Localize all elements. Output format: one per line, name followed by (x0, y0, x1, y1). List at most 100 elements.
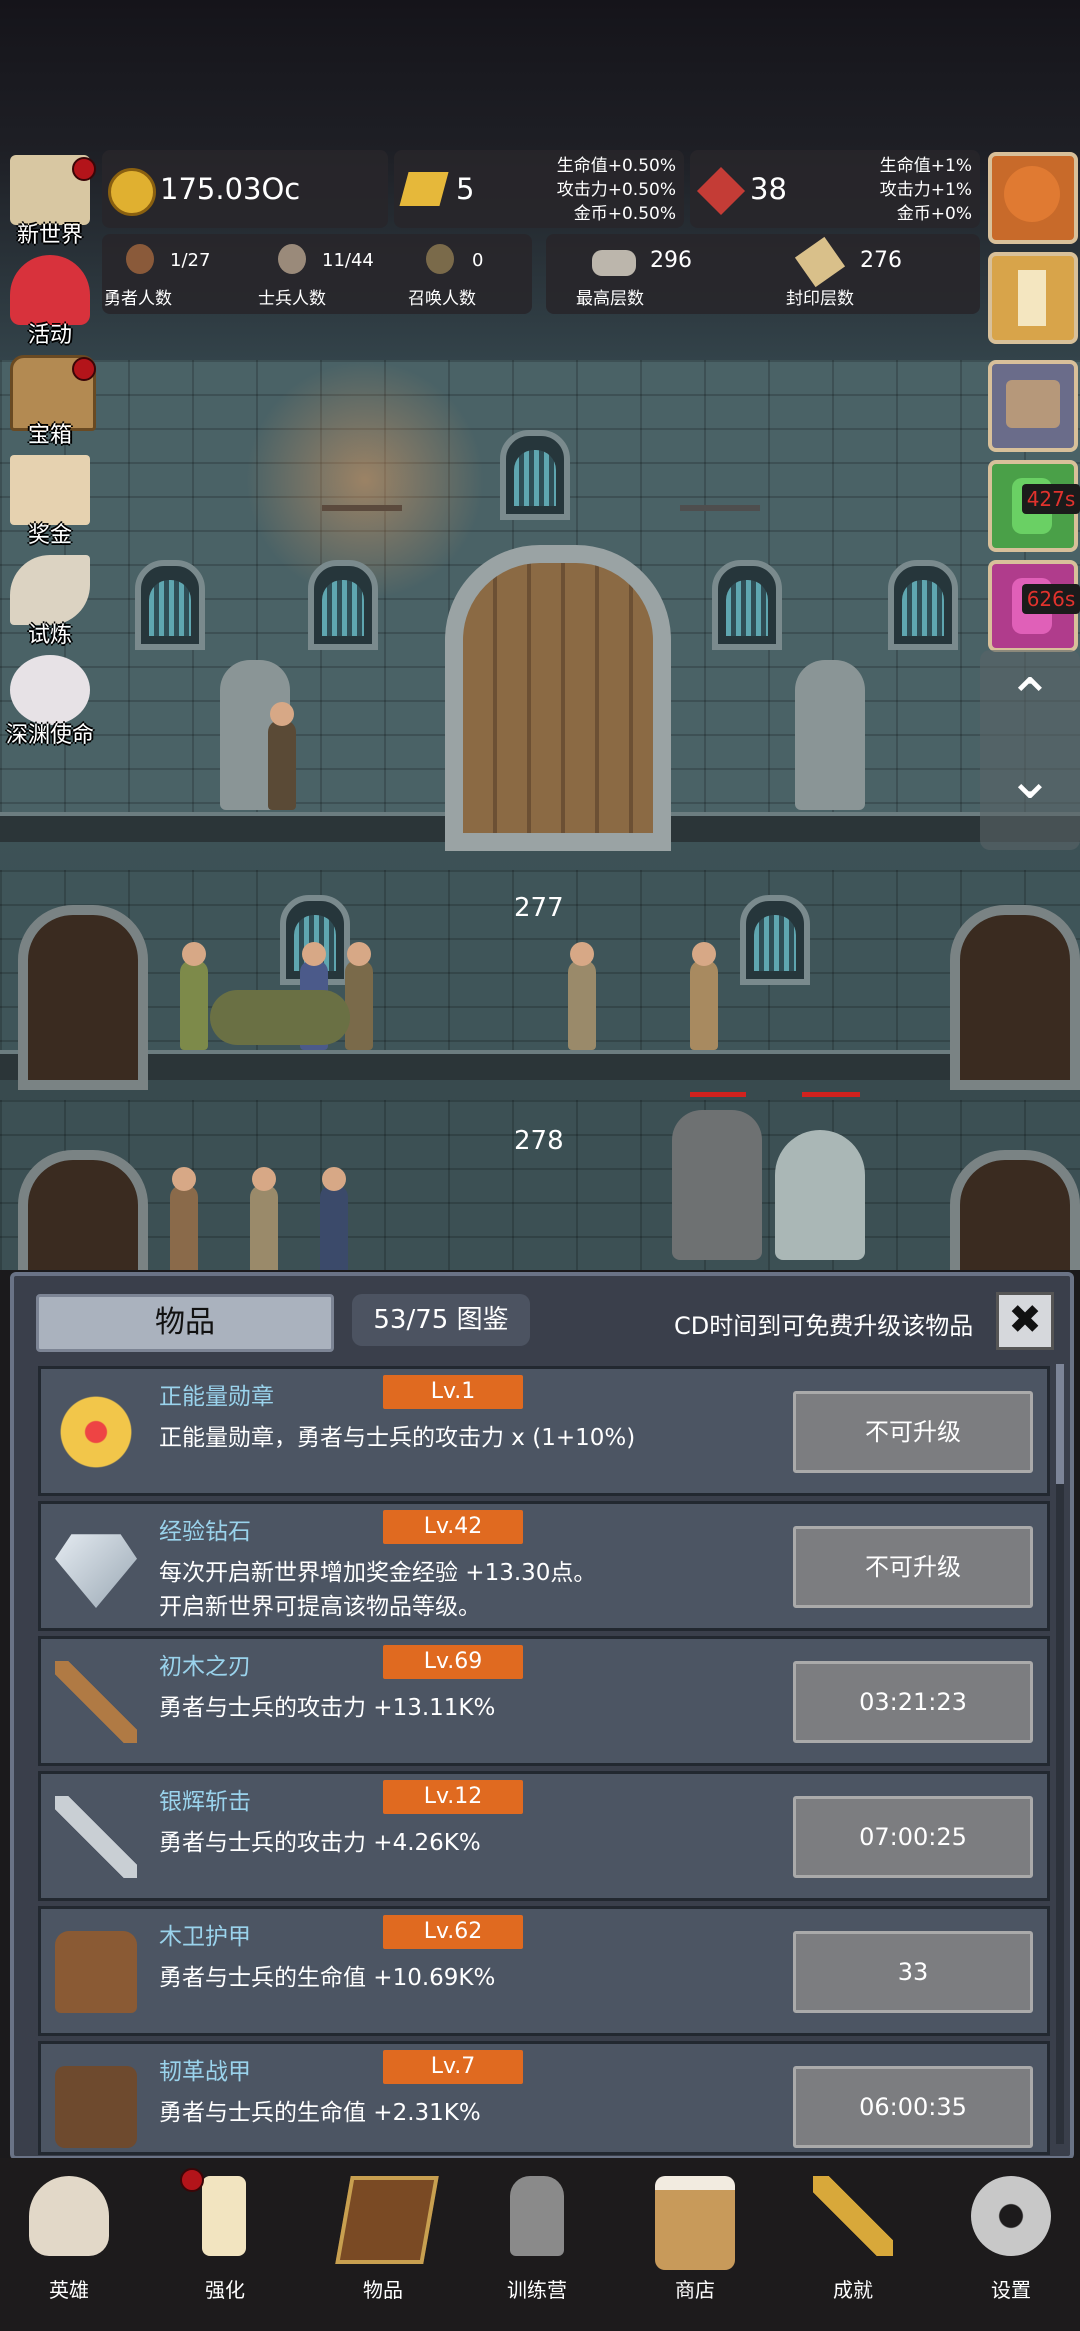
item-name: 正能量勋章 (159, 1384, 274, 1410)
side-button-bonus[interactable]: 奖金 (0, 455, 100, 548)
gold-value: 175.03Oc (160, 172, 301, 206)
nav-items[interactable]: 物品 (308, 2168, 458, 2318)
gear-icon (971, 2176, 1051, 2256)
nav-heroes[interactable]: 英雄 (0, 2168, 144, 2318)
nav-label: 训练营 (507, 2278, 567, 2302)
item-level-badge: Lv.69 (383, 1645, 523, 1679)
window (135, 560, 205, 650)
nav-training-camp[interactable]: 训练营 (462, 2168, 612, 2318)
lantern-icon (510, 2176, 564, 2256)
upgrade-button[interactable]: 03:21:23 (793, 1661, 1033, 1743)
item-description: 勇者与士兵的生命值 +2.31K% (159, 2100, 481, 2126)
backpack-armor-icon (55, 2066, 137, 2148)
item-level-badge: Lv.1 (383, 1375, 523, 1409)
nav-label: 强化 (205, 2278, 245, 2302)
item-level-badge: Lv.42 (383, 1510, 523, 1544)
soldier-head-icon (278, 244, 306, 274)
nav-enhance[interactable]: 强化 (150, 2168, 300, 2318)
item-name: 初木之刃 (159, 1654, 251, 1680)
skull-icon (29, 2176, 109, 2256)
pumpkin-boost-button[interactable] (988, 152, 1078, 244)
cd-note: CD时间到可免费升级该物品 (674, 1312, 974, 1340)
item-description: 每次开启新世界增加奖金经验 +13.30点。 开启新世界可提高该物品等级。 (159, 1560, 597, 1620)
item-panel: 物品 53/75 图鉴 CD时间到可免费升级该物品 ✖ 正能量勋章 Lv.1 正… (10, 1272, 1074, 2160)
stone-icon (592, 250, 636, 276)
knight-statue (795, 660, 865, 810)
item-name: 木卫护甲 (159, 1924, 251, 1950)
close-button[interactable]: ✖ (996, 1292, 1054, 1350)
nav-settings[interactable]: 设置 (936, 2168, 1080, 2318)
candle-icon (1018, 270, 1046, 326)
item-list-scrollbar[interactable] (1056, 1364, 1064, 2144)
window (500, 430, 570, 520)
soldier-count: 11/44 (322, 250, 374, 271)
nav-shop[interactable]: 商店 (620, 2168, 770, 2318)
hero-head-icon (126, 244, 154, 274)
side-button-trial[interactable]: 试炼 (0, 555, 100, 648)
gold-bar-value: 5 (456, 172, 475, 206)
side-button-label: 新世界 (16, 223, 83, 248)
arch-doorway (950, 905, 1080, 1090)
arch-doorway (18, 1150, 148, 1270)
nav-achievements[interactable]: 成就 (778, 2168, 928, 2318)
side-button-abyss-mission[interactable]: 深渊使命 (0, 655, 100, 748)
hero-character (180, 942, 208, 1050)
item-name: 经验钻石 (159, 1519, 251, 1545)
sealed-floor-label: 封印层数 (786, 289, 854, 309)
scroll-up-button[interactable]: ⌃ (980, 660, 1080, 740)
floor-ledge (0, 1050, 1080, 1080)
pumpkin-icon (1004, 166, 1060, 222)
side-button-new-world[interactable]: 新世界 (0, 155, 100, 248)
soldier-count-label: 士兵人数 (258, 289, 326, 309)
side-button-chest[interactable]: 宝箱 (0, 355, 100, 448)
side-button-label: 宝箱 (27, 423, 72, 448)
floor-record-panel: 296 最高层数 276 封印层数 (546, 234, 980, 314)
item-row: 银辉斩击 Lv.12 勇者与士兵的攻击力 +4.26K% 07:00:25 (38, 1771, 1050, 1901)
upgrade-button[interactable]: 33 (793, 1931, 1033, 2013)
item-name: 韧革战甲 (159, 2059, 251, 2085)
window (888, 560, 958, 650)
bottom-nav: 英雄 强化 物品 训练营 商店 成就 设置 (0, 2158, 1080, 2331)
upgrade-button[interactable]: 07:00:25 (793, 1796, 1033, 1878)
unit-count-panel: 1/27 勇者人数 11/44 士兵人数 0 召唤人数 (102, 234, 532, 314)
hero-character (268, 702, 296, 810)
gold-bar-panel: 5 生命值+0.50% 攻击力+0.50% 金币+0.50% (394, 150, 684, 228)
summon-count-label: 召唤人数 (408, 289, 476, 309)
arch-doorway (18, 905, 148, 1090)
item-row: 经验钻石 Lv.42 每次开启新世界增加奖金经验 +13.30点。 开启新世界可… (38, 1501, 1050, 1631)
castle-door (445, 545, 671, 851)
item-description: 勇者与士兵的攻击力 +4.26K% (159, 1830, 481, 1856)
item-row: 初木之刃 Lv.69 勇者与士兵的攻击力 +13.11K% 03:21:23 (38, 1636, 1050, 1766)
side-button-label: 活动 (27, 323, 72, 348)
scrollbar-thumb[interactable] (1056, 1364, 1064, 1484)
boost-timer: 427s (1022, 484, 1080, 514)
candle-boost-button[interactable] (988, 252, 1078, 344)
collection-badge[interactable]: 53/75 图鉴 (352, 1294, 530, 1346)
item-row: 韧革战甲 Lv.7 勇者与士兵的生命值 +2.31K% 06:00:35 (38, 2041, 1050, 2155)
scroll-down-button[interactable]: ⌄ (980, 750, 1080, 830)
item-row: 正能量勋章 Lv.1 正能量勋章，勇者与士兵的攻击力 x (1+10%) 不可升… (38, 1366, 1050, 1496)
summon-head-icon (426, 244, 454, 274)
window (308, 560, 378, 650)
side-button-label: 深渊使命 (5, 723, 94, 748)
upgrade-button[interactable]: 不可升级 (793, 1526, 1033, 1608)
upgrade-button[interactable]: 06:00:35 (793, 2066, 1033, 2148)
max-floor-label: 最高层数 (576, 289, 644, 309)
boost-timer: 626s (1022, 584, 1080, 614)
nav-label: 商店 (675, 2278, 715, 2302)
ghost-enemy (775, 1130, 865, 1260)
upgrade-button[interactable]: 不可升级 (793, 1391, 1033, 1473)
scroll-icon (794, 236, 846, 288)
nav-label: 成就 (833, 2278, 873, 2302)
feather-icon (10, 555, 90, 625)
chandelier (680, 455, 760, 511)
side-button-events[interactable]: 活动 (0, 255, 100, 348)
hero-character (690, 942, 718, 1050)
gem-value: 38 (750, 172, 787, 206)
item-row: 木卫护甲 Lv.62 勇者与士兵的生命值 +10.69K% 33 (38, 1906, 1050, 2036)
candle-icon (202, 2176, 246, 2256)
scroll-boost-button[interactable] (988, 360, 1078, 452)
tab-items[interactable]: 物品 (36, 1294, 334, 1352)
chandelier (322, 455, 402, 511)
notification-dot (72, 157, 96, 181)
